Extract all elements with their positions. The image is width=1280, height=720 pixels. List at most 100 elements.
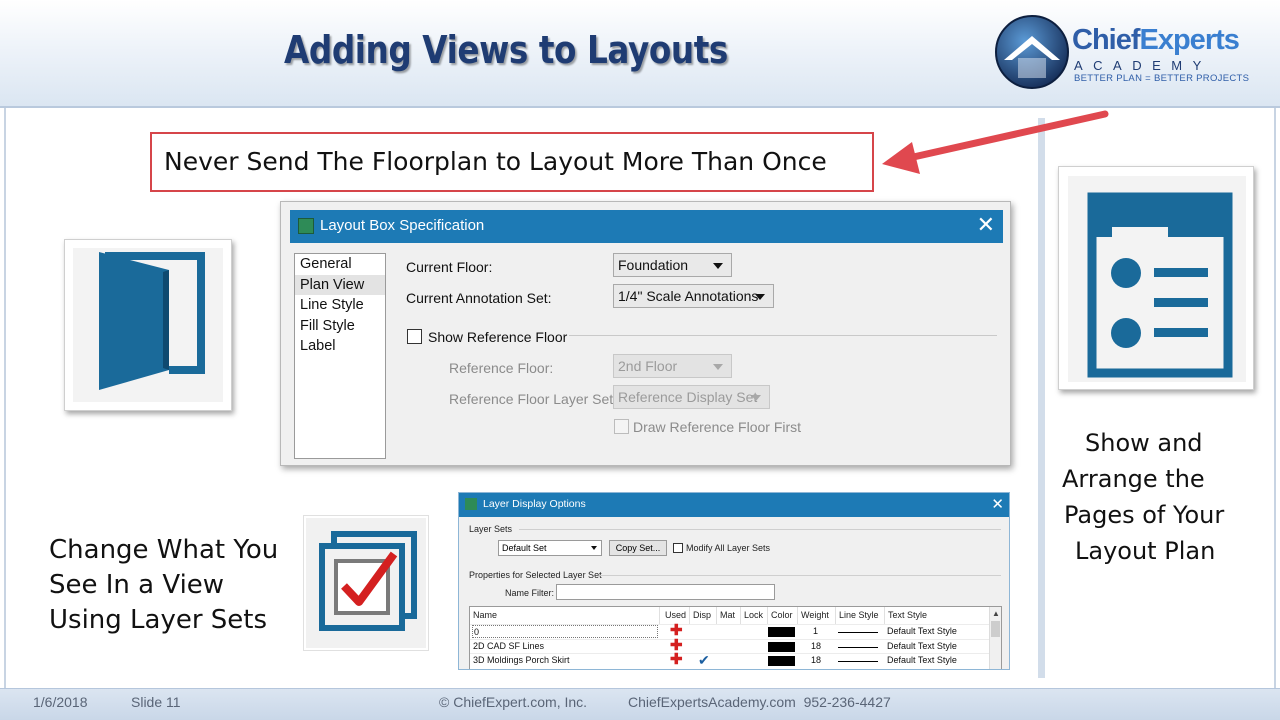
reference-layer-set-label: Reference Floor Layer Set: — [449, 391, 618, 407]
display-check-icon[interactable]: ✔ — [698, 653, 710, 668]
column-header-mat[interactable]: Mat — [717, 607, 741, 624]
reference-layer-set-value: Reference Display Set — [618, 389, 758, 405]
layer-text-style: Default Text Style — [887, 655, 957, 665]
open-door-icon — [99, 252, 205, 390]
page-layout-icon — [1087, 192, 1233, 378]
page-layout-picture — [1058, 166, 1254, 390]
annotation-set-select[interactable]: 1/4" Scale Annotations — [613, 284, 774, 308]
layer-dialog-title-bar: Layer Display Options ✕ — [459, 493, 1009, 517]
group-separator — [569, 335, 997, 336]
chevron-down-icon — [755, 294, 765, 300]
column-header-lock[interactable]: Lock — [741, 607, 768, 624]
layer-name: 2D CAD SF Lines — [473, 640, 545, 651]
left-caption: Change What You See In a View Using Laye… — [49, 533, 278, 638]
color-swatch[interactable] — [768, 656, 795, 666]
app-icon — [298, 218, 314, 234]
chevron-down-icon — [591, 546, 597, 550]
category-fill-style[interactable]: Fill Style — [295, 316, 385, 337]
category-label[interactable]: Label — [295, 336, 385, 357]
group-separator — [600, 575, 1001, 576]
layer-text-style: Default Text Style — [887, 640, 957, 651]
column-header-disp[interactable]: Disp — [690, 607, 717, 624]
layer-sets-label: Layer Sets — [469, 524, 513, 534]
open-door-picture — [64, 239, 232, 411]
layout-box-dialog: Layout Box Specification ✕ General Plan … — [280, 201, 1011, 466]
chevron-up-icon[interactable]: ▲ — [992, 609, 1000, 618]
layer-checkbox-picture — [303, 515, 429, 651]
line-style-sample — [838, 632, 878, 633]
show-reference-label: Show Reference Floor — [428, 329, 568, 345]
layer-weight: 18 — [811, 640, 822, 651]
layer-display-dialog: Layer Display Options ✕ Layer Sets Defau… — [458, 492, 1010, 670]
close-icon[interactable]: ✕ — [991, 495, 1004, 513]
right-caption: Show and Arrange the Pages of Your Layou… — [1062, 425, 1224, 569]
group-separator — [519, 529, 1001, 530]
left-caption-line: See In a View — [49, 570, 225, 600]
color-swatch[interactable] — [768, 627, 795, 637]
column-header-text-style[interactable]: Text Style — [885, 607, 990, 624]
reference-floor-value: 2nd Floor — [618, 358, 678, 374]
footer-date: 1/6/2018 — [33, 694, 88, 710]
column-header-line-style[interactable]: Line Style — [836, 607, 885, 624]
current-floor-select[interactable]: Foundation — [613, 253, 732, 277]
layer-weight: 18 — [811, 655, 822, 665]
reference-floor-select[interactable]: 2nd Floor — [613, 354, 732, 378]
category-line-style[interactable]: Line Style — [295, 295, 385, 316]
layer-text-style: Default Text Style — [887, 626, 957, 636]
column-header-color[interactable]: Color — [768, 607, 798, 624]
table-row[interactable]: 2D CAD SF Lines ✚ 18 Default Text Style — [470, 637, 990, 653]
table-row[interactable]: 0 ✚ 1 Default Text Style — [470, 623, 990, 639]
layer-checkbox-icon — [319, 531, 417, 631]
reference-floor-label: Reference Floor: — [449, 360, 554, 376]
category-general[interactable]: General — [295, 254, 385, 275]
logo-sub: ACADEMY — [1074, 58, 1212, 73]
scrollbar-thumb[interactable] — [991, 621, 1000, 637]
draw-first-checkbox[interactable] — [614, 419, 629, 434]
category-plan-view[interactable]: Plan View — [295, 274, 385, 295]
chevron-down-icon — [713, 364, 723, 370]
slide-title: Adding Views to Layouts — [284, 28, 728, 72]
name-filter-input[interactable] — [556, 584, 775, 600]
line-style-sample — [838, 646, 878, 648]
close-icon[interactable]: ✕ — [977, 213, 995, 237]
layer-set-value: Default Set — [502, 543, 547, 553]
used-cross-icon: ✚ — [670, 651, 683, 668]
callout-text: Never Send The Floorplan to Layout More … — [164, 147, 827, 176]
current-floor-value: Foundation — [618, 257, 689, 273]
chevron-down-icon — [751, 395, 761, 401]
dialog-title: Layout Box Specification — [320, 217, 485, 234]
table-scrollbar[interactable]: ▲ — [989, 607, 1001, 669]
annotation-set-value: 1/4" Scale Annotations — [618, 288, 759, 304]
house-globe-icon — [995, 15, 1069, 89]
column-header-name[interactable]: Name — [470, 607, 660, 624]
reference-layer-set-select[interactable]: Reference Display Set — [613, 385, 770, 409]
layer-set-select[interactable]: Default Set — [498, 540, 602, 556]
layer-table: Name Used Disp Mat Lock Color Weight Lin… — [469, 606, 1002, 669]
layer-name: 3D Moldings Porch Skirt — [473, 655, 570, 665]
footer-copyright: © ChiefExpert.com, Inc. — [439, 694, 588, 710]
right-caption-line: Arrange the — [1062, 465, 1205, 493]
show-reference-checkbox[interactable] — [407, 329, 422, 344]
modify-all-label: Modify All Layer Sets — [686, 543, 771, 553]
modify-all-checkbox[interactable] — [673, 543, 683, 553]
properties-label: Properties for Selected Layer Set — [469, 570, 602, 580]
line-style-sample — [838, 661, 878, 662]
left-caption-line: Change What You — [49, 535, 279, 565]
layer-name: 0 — [472, 625, 658, 638]
logo-name-part1: Chief — [1072, 24, 1140, 56]
slide-frame-left — [4, 108, 6, 688]
column-header-weight[interactable]: Weight — [798, 607, 836, 624]
table-row[interactable]: 3D Moldings Porch Skirt ✚ ✔ 18 Default T… — [470, 651, 990, 668]
current-floor-label: Current Floor: — [406, 259, 493, 275]
name-filter-label: Name Filter: — [505, 588, 555, 598]
right-caption-line: Show and — [1085, 429, 1203, 457]
copy-set-button[interactable]: Copy Set... — [609, 540, 667, 556]
slide-frame-right — [1274, 108, 1276, 688]
draw-first-label: Draw Reference Floor First — [633, 419, 802, 435]
chevron-down-icon — [713, 263, 723, 269]
app-icon — [465, 498, 477, 510]
category-list: General Plan View Line Style Fill Style … — [294, 253, 386, 459]
color-swatch[interactable] — [768, 641, 795, 652]
annotation-set-label: Current Annotation Set: — [406, 290, 552, 306]
vertical-divider — [1038, 118, 1045, 678]
